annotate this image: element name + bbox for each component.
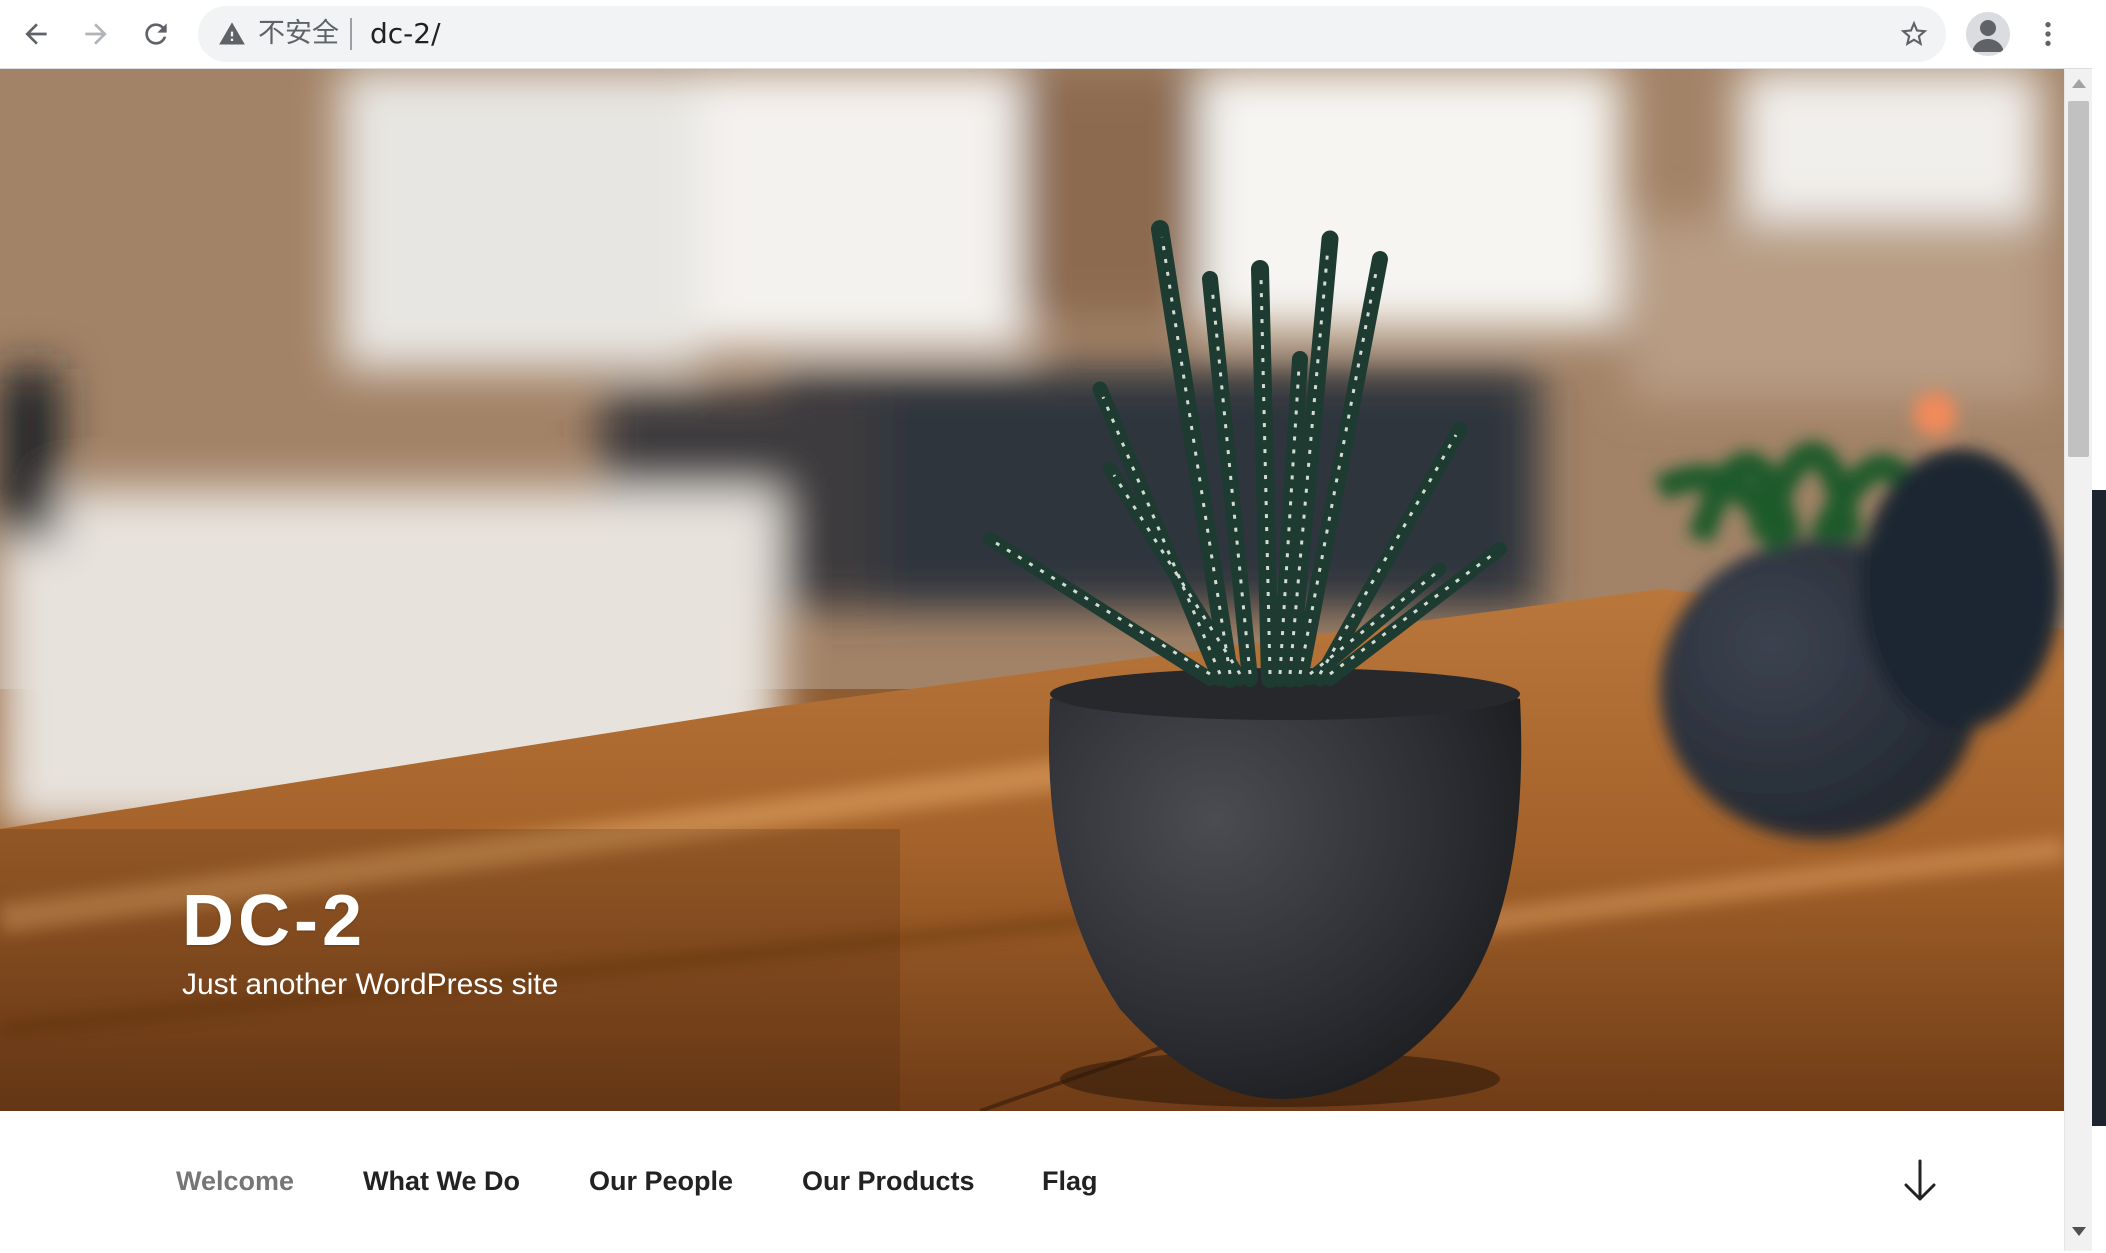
nav-item-flag[interactable]: Flag bbox=[1042, 1165, 1098, 1197]
nav-item-welcome[interactable]: Welcome bbox=[176, 1165, 294, 1197]
arrow-down-icon[interactable] bbox=[1898, 1157, 1942, 1205]
site-description: Just another WordPress site bbox=[182, 968, 559, 1001]
address-bar[interactable]: 不安全 dc-2/ bbox=[198, 6, 1946, 62]
hero-header-image: DC-2 Just another WordPress site bbox=[0, 69, 2064, 1111]
person-icon bbox=[1972, 20, 2004, 52]
nav-item-our-people[interactable]: Our People bbox=[589, 1165, 733, 1197]
profile-button[interactable] bbox=[1966, 12, 2010, 56]
page-scrollbar[interactable] bbox=[2064, 69, 2092, 1251]
arrow-right-icon bbox=[85, 23, 107, 45]
kebab-menu-icon bbox=[2045, 22, 2051, 46]
scroll-down-arrow-icon[interactable] bbox=[2072, 1227, 2086, 1236]
browser-menu-button[interactable] bbox=[2028, 14, 2068, 54]
adjacent-window-edge bbox=[2092, 490, 2106, 1126]
reload-button[interactable] bbox=[130, 8, 182, 60]
warning-triangle-icon[interactable] bbox=[218, 20, 246, 48]
forward-button[interactable] bbox=[70, 8, 122, 60]
site-navigation: Welcome What We Do Our People Our Produc… bbox=[0, 1111, 2064, 1251]
page-viewport: DC-2 Just another WordPress site Welcome… bbox=[0, 69, 2064, 1251]
omnibox-divider bbox=[350, 18, 352, 50]
arrow-left-icon bbox=[25, 23, 47, 45]
back-button[interactable] bbox=[10, 8, 62, 60]
reload-icon bbox=[145, 23, 167, 45]
star-outline-icon[interactable] bbox=[1898, 18, 1930, 50]
security-status-label[interactable]: 不安全 bbox=[258, 18, 339, 50]
site-title[interactable]: DC-2 bbox=[182, 881, 366, 961]
url-text[interactable]: dc-2/ bbox=[370, 18, 441, 50]
scroll-thumb[interactable] bbox=[2068, 101, 2089, 457]
nav-item-our-products[interactable]: Our Products bbox=[802, 1165, 975, 1197]
scroll-up-arrow-icon[interactable] bbox=[2072, 79, 2086, 88]
browser-toolbar: 不安全 dc-2/ bbox=[0, 0, 2092, 69]
nav-item-what-we-do[interactable]: What We Do bbox=[363, 1165, 520, 1197]
